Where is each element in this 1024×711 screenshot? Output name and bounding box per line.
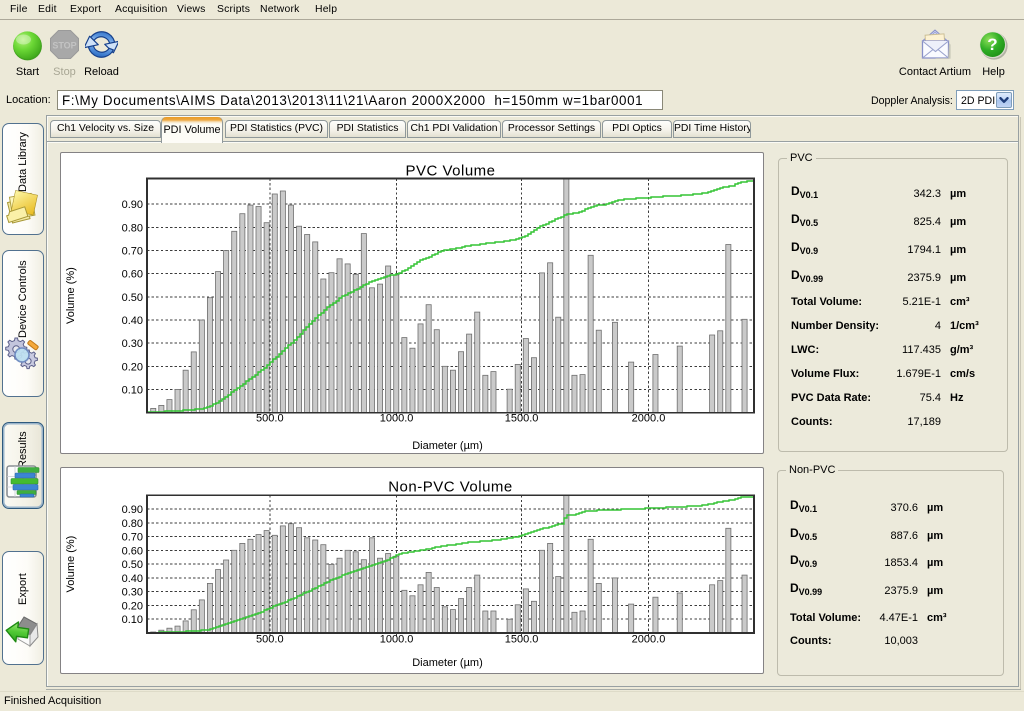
svg-text:2000.0: 2000.0 bbox=[632, 413, 666, 425]
svg-text:0.80: 0.80 bbox=[122, 518, 143, 530]
svg-text:0.10: 0.10 bbox=[122, 384, 143, 396]
svg-text:0.60: 0.60 bbox=[122, 269, 143, 281]
svg-text:0.20: 0.20 bbox=[122, 600, 143, 612]
svg-text:1500.0: 1500.0 bbox=[505, 634, 539, 646]
svg-text:0.50: 0.50 bbox=[122, 292, 143, 304]
svg-text:1000.0: 1000.0 bbox=[380, 413, 414, 425]
svg-text:PVC Volume: PVC Volume bbox=[405, 163, 495, 180]
svg-text:Diameter (µm): Diameter (µm) bbox=[412, 657, 483, 669]
svg-text:0.50: 0.50 bbox=[122, 559, 143, 571]
svg-text:0.10: 0.10 bbox=[122, 614, 143, 626]
svg-text:500.0: 500.0 bbox=[256, 634, 284, 646]
svg-text:0.90: 0.90 bbox=[122, 199, 143, 211]
svg-text:1000.0: 1000.0 bbox=[380, 634, 414, 646]
svg-text:2000.0: 2000.0 bbox=[632, 634, 666, 646]
svg-text:0.80: 0.80 bbox=[122, 222, 143, 234]
svg-text:0.90: 0.90 bbox=[122, 504, 143, 516]
svg-text:0.70: 0.70 bbox=[122, 246, 143, 258]
svg-text:0.30: 0.30 bbox=[122, 587, 143, 599]
svg-text:?: ? bbox=[987, 35, 997, 54]
svg-text:500.0: 500.0 bbox=[256, 413, 284, 425]
svg-text:0.60: 0.60 bbox=[122, 545, 143, 557]
svg-text:1500.0: 1500.0 bbox=[505, 413, 539, 425]
svg-text:Volume (%): Volume (%) bbox=[65, 536, 77, 593]
svg-text:Volume (%): Volume (%) bbox=[65, 267, 77, 324]
svg-text:STOP: STOP bbox=[52, 41, 76, 51]
svg-text:0.20: 0.20 bbox=[122, 361, 143, 373]
svg-text:0.40: 0.40 bbox=[122, 315, 143, 327]
svg-text:Non-PVC Volume: Non-PVC Volume bbox=[388, 479, 513, 496]
svg-text:0.30: 0.30 bbox=[122, 338, 143, 350]
svg-text:0.70: 0.70 bbox=[122, 532, 143, 544]
svg-text:Diameter (µm): Diameter (µm) bbox=[412, 440, 483, 452]
svg-text:0.40: 0.40 bbox=[122, 573, 143, 585]
